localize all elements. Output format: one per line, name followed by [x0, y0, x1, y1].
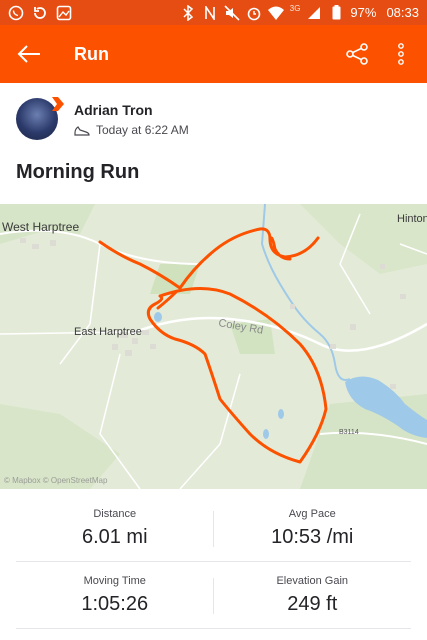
stat-label: Distance [93, 507, 137, 520]
route-map[interactable]: West Harptree East Harptree Hinton Coley… [0, 204, 427, 489]
stat-value: 1:05:26 [81, 592, 149, 615]
more-vertical-icon [398, 43, 404, 65]
divider [213, 511, 214, 547]
battery-icon [328, 5, 344, 21]
wifi-icon [267, 5, 284, 21]
signal-icon [306, 5, 322, 21]
map-label-hinton: Hinton [397, 213, 427, 225]
bluetooth-icon [180, 4, 196, 21]
stat-moving-time: Moving Time 1:05:26 [16, 562, 214, 628]
clock: 08:33 [386, 5, 419, 20]
share-icon [346, 43, 368, 65]
status-bar: 3G 97% 08:33 [0, 0, 427, 25]
stat-label: Elevation Gain [276, 574, 349, 587]
stat-elevation: Elevation Gain 249 ft [214, 562, 412, 628]
nfc-icon [202, 5, 218, 21]
shoe-icon [74, 125, 90, 136]
stats-panel: Distance 6.01 mi Avg Pace 10:53 /mi Movi… [0, 495, 427, 629]
map-label-route-code: B3114 [339, 429, 359, 436]
stats-row-2: Moving Time 1:05:26 Elevation Gain 249 f… [16, 562, 411, 629]
avatar[interactable] [16, 97, 64, 140]
more-options-button[interactable] [379, 32, 423, 76]
back-button[interactable] [0, 25, 58, 83]
page-title: Run [74, 43, 109, 64]
athlete-name[interactable]: Adrian Tron [74, 102, 189, 118]
app-bar: Run [0, 25, 427, 83]
stat-value: 249 ft [287, 592, 338, 615]
activity-timestamp: Today at 6:22 AM [74, 123, 189, 137]
alarm-icon [246, 5, 262, 21]
map-attribution: © Mapbox © OpenStreetMap [4, 476, 108, 485]
stat-pace: Avg Pace 10:53 /mi [214, 495, 412, 561]
battery-percent: 97% [350, 5, 377, 20]
sync-icon [32, 5, 48, 21]
activity-title: Morning Run [16, 161, 140, 183]
athlete-header[interactable]: Adrian Tron Today at 6:22 AM [16, 97, 189, 140]
whatsapp-icon [8, 5, 24, 21]
stats-row-1: Distance 6.01 mi Avg Pace 10:53 /mi [16, 495, 411, 562]
divider [213, 578, 214, 614]
stat-value: 10:53 /mi [271, 525, 354, 548]
stat-label: Avg Pace [288, 507, 336, 520]
mute-icon [224, 4, 240, 21]
stat-label: Moving Time [83, 574, 146, 587]
timestamp-text: Today at 6:22 AM [96, 122, 189, 137]
map-label-east-harptree: East Harptree [74, 326, 142, 338]
image-icon [56, 5, 72, 21]
strava-badge-icon [52, 97, 64, 111]
network-type: 3G [289, 4, 301, 13]
share-button[interactable] [335, 32, 379, 76]
map-label-west-harptree: West Harptree [2, 220, 79, 234]
stat-distance: Distance 6.01 mi [16, 495, 214, 561]
arrow-left-icon [17, 45, 40, 63]
stat-value: 6.01 mi [81, 525, 148, 548]
